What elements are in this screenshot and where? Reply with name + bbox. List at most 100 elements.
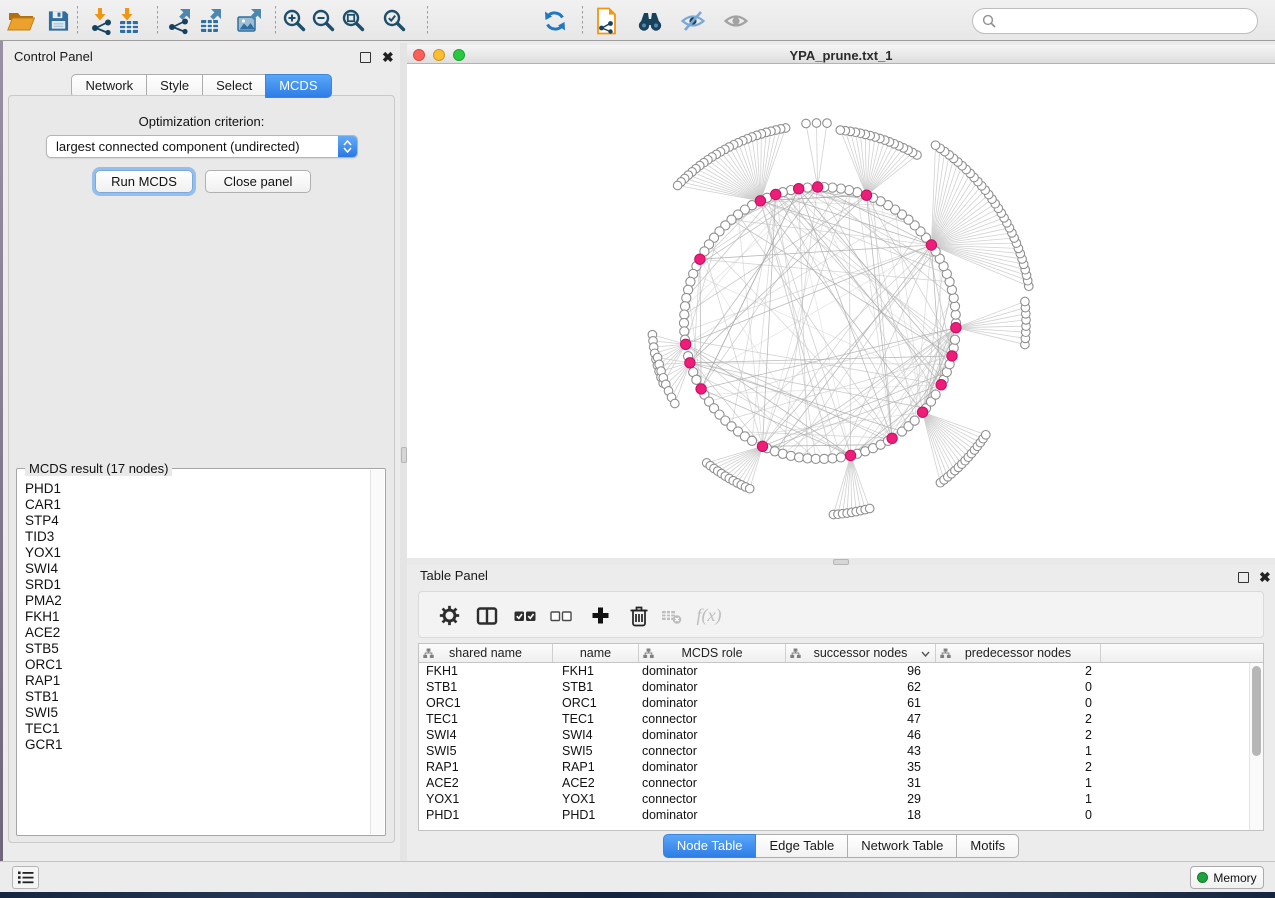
mcds-result-list[interactable]: PHD1CAR1STP4TID3YOX1SWI4SRD1PMA2FKH1ACE2… (18, 477, 370, 834)
cell-shared-name[interactable]: FKH1 (419, 663, 553, 679)
cell-predecessor-nodes[interactable]: 0 (936, 695, 1101, 711)
cell-successor-nodes[interactable]: 96 (786, 663, 936, 679)
cell-shared-name[interactable]: SWI4 (419, 727, 553, 743)
table-row[interactable]: PHD1PHD1dominator180 (419, 807, 1249, 823)
import-table-icon[interactable] (113, 5, 145, 36)
add-column-icon[interactable] (586, 602, 614, 629)
network-canvas[interactable] (407, 64, 1275, 558)
select-all-icon[interactable] (511, 602, 539, 629)
tab-motifs[interactable]: Motifs (956, 834, 1019, 858)
export-network-icon[interactable] (164, 5, 196, 36)
cell-predecessor-nodes[interactable]: 1 (936, 775, 1101, 791)
close-panel-button[interactable]: Close panel (205, 170, 311, 193)
column-header-shared-name[interactable]: shared name (419, 644, 553, 662)
columns-icon[interactable] (473, 602, 501, 629)
task-history-button[interactable] (12, 866, 39, 889)
cell-MCDS-role[interactable]: dominator (639, 759, 786, 775)
mcds-result-item[interactable]: FKH1 (25, 609, 370, 625)
table-row[interactable]: ORC1ORC1dominator610 (419, 695, 1249, 711)
cell-shared-name[interactable]: YOX1 (419, 791, 553, 807)
splitter-grip[interactable] (833, 559, 849, 565)
cell-predecessor-nodes[interactable]: 1 (936, 743, 1101, 759)
search-box[interactable] (972, 8, 1258, 34)
table-row[interactable]: SWI5SWI5connector431 (419, 743, 1249, 759)
close-panel-icon[interactable]: ✖ (1259, 572, 1271, 583)
open-file-icon[interactable] (5, 5, 37, 36)
show-all-icon[interactable] (720, 5, 752, 36)
refresh-layout-icon[interactable] (539, 5, 571, 36)
mcds-result-item[interactable]: TEC1 (25, 721, 370, 737)
mcds-result-item[interactable]: ACE2 (25, 625, 370, 641)
optimization-criterion-dropdown[interactable]: largest connected component (undirected) (46, 135, 358, 158)
cell-shared-name[interactable]: ORC1 (419, 695, 553, 711)
settings-gear-icon[interactable] (435, 602, 463, 629)
cell-successor-nodes[interactable]: 29 (786, 791, 936, 807)
mcds-list-scrollbar[interactable] (370, 470, 384, 834)
cell-name[interactable]: SWI4 (553, 727, 639, 743)
table-row[interactable]: RAP1RAP1dominator352 (419, 759, 1249, 775)
table-row[interactable]: ACE2ACE2connector311 (419, 775, 1249, 791)
cell-predecessor-nodes[interactable]: 2 (936, 727, 1101, 743)
tab-mcds[interactable]: MCDS (265, 74, 331, 98)
column-header-name[interactable]: name (553, 644, 639, 662)
cell-successor-nodes[interactable]: 61 (786, 695, 936, 711)
vertical-splitter[interactable] (400, 43, 407, 861)
mcds-result-item[interactable]: PMA2 (25, 593, 370, 609)
table-row[interactable]: STB1STB1dominator620 (419, 679, 1249, 695)
splitter-grip[interactable] (401, 447, 407, 463)
cell-successor-nodes[interactable]: 43 (786, 743, 936, 759)
mcds-result-item[interactable]: STB5 (25, 641, 370, 657)
cell-MCDS-role[interactable]: connector (639, 791, 786, 807)
cell-predecessor-nodes[interactable]: 2 (936, 759, 1101, 775)
scrollbar-thumb[interactable] (1252, 666, 1261, 756)
mcds-result-item[interactable]: ORC1 (25, 657, 370, 673)
delete-column-icon[interactable] (625, 602, 653, 629)
column-header-successor-nodes[interactable]: successor nodes (786, 644, 936, 662)
column-header-predecessor-nodes[interactable]: predecessor nodes (936, 644, 1101, 662)
cell-shared-name[interactable]: STB1 (419, 679, 553, 695)
save-icon[interactable] (42, 5, 74, 36)
cell-successor-nodes[interactable]: 62 (786, 679, 936, 695)
tab-edge-table[interactable]: Edge Table (755, 834, 848, 858)
cell-predecessor-nodes[interactable]: 2 (936, 711, 1101, 727)
cell-MCDS-role[interactable]: dominator (639, 807, 786, 823)
table-row[interactable]: FKH1FKH1dominator962 (419, 663, 1249, 679)
cell-MCDS-role[interactable]: dominator (639, 727, 786, 743)
cell-MCDS-role[interactable]: connector (639, 743, 786, 759)
delete-table-icon[interactable] (657, 602, 685, 629)
cell-name[interactable]: FKH1 (553, 663, 639, 679)
mcds-result-item[interactable]: STP4 (25, 513, 370, 529)
deselect-all-icon[interactable] (547, 602, 575, 629)
cell-name[interactable]: PHD1 (553, 807, 639, 823)
close-panel-icon[interactable]: ✖ (382, 52, 394, 63)
cell-shared-name[interactable]: SWI5 (419, 743, 553, 759)
cell-predecessor-nodes[interactable]: 1 (936, 791, 1101, 807)
cell-MCDS-role[interactable]: dominator (639, 679, 786, 695)
cell-name[interactable]: STB1 (553, 679, 639, 695)
mcds-result-item[interactable]: STB1 (25, 689, 370, 705)
search-input[interactable] (1001, 11, 1257, 31)
mcds-result-item[interactable]: YOX1 (25, 545, 370, 561)
cell-shared-name[interactable]: ACE2 (419, 775, 553, 791)
column-header-MCDS-role[interactable]: MCDS role (639, 644, 786, 662)
table-row[interactable]: YOX1YOX1connector291 (419, 791, 1249, 807)
horizontal-splitter[interactable] (407, 558, 1275, 565)
mcds-result-item[interactable]: GCR1 (25, 737, 370, 753)
cell-successor-nodes[interactable]: 46 (786, 727, 936, 743)
cell-shared-name[interactable]: RAP1 (419, 759, 553, 775)
memory-button[interactable]: Memory (1190, 866, 1264, 889)
cell-successor-nodes[interactable]: 35 (786, 759, 936, 775)
zoom-out-icon[interactable] (307, 5, 339, 36)
cell-MCDS-role[interactable]: connector (639, 711, 786, 727)
mcds-result-item[interactable]: SRD1 (25, 577, 370, 593)
cell-shared-name[interactable]: TEC1 (419, 711, 553, 727)
mcds-result-item[interactable]: TID3 (25, 529, 370, 545)
table-scrollbar[interactable] (1249, 663, 1263, 830)
export-table-icon[interactable] (195, 5, 227, 36)
tab-network-table[interactable]: Network Table (847, 834, 957, 858)
float-window-icon[interactable] (360, 52, 371, 63)
cell-name[interactable]: ORC1 (553, 695, 639, 711)
cell-MCDS-role[interactable]: dominator (639, 663, 786, 679)
cell-MCDS-role[interactable]: connector (639, 775, 786, 791)
run-mcds-button[interactable]: Run MCDS (95, 170, 193, 193)
